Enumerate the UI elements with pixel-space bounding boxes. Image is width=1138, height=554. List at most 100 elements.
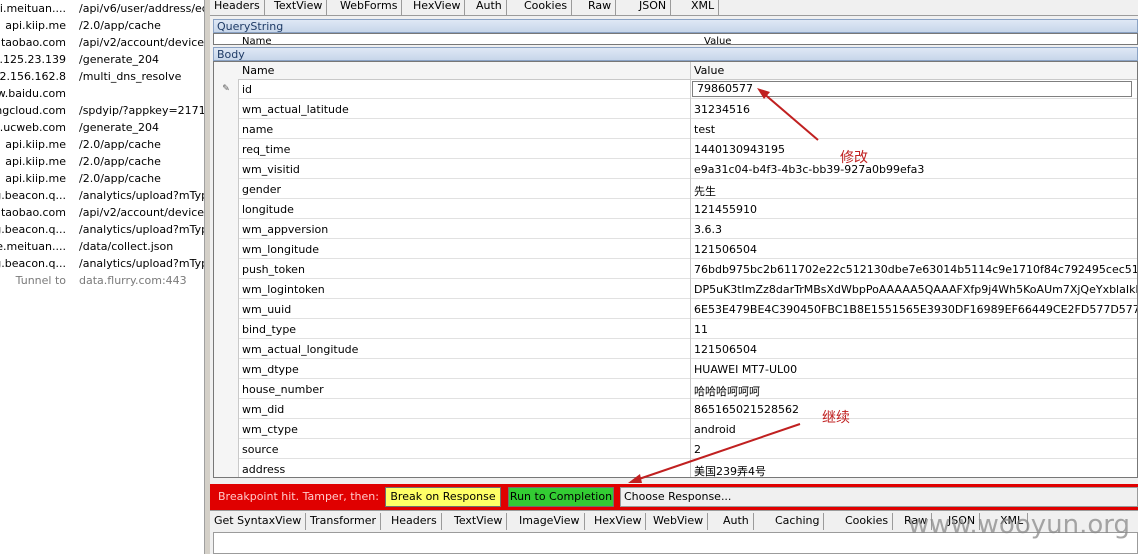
body-row[interactable]: wm_ctype android xyxy=(214,419,1137,439)
param-value-input[interactable]: 79860577 xyxy=(692,81,1132,97)
body-row[interactable]: wm_appversion 3.6.3 xyxy=(214,219,1137,239)
body-row[interactable]: wm_uuid 6E53E479BE4C390450FBC1B8E1551565E… xyxy=(214,299,1138,319)
session-row[interactable]: 74.125.23.139/generate_204 xyxy=(0,51,204,68)
row-selector[interactable] xyxy=(214,159,239,179)
body-name-column[interactable]: Name xyxy=(242,64,274,77)
session-row[interactable]: g.beacon.q... /analytics/upload?mType. xyxy=(0,221,204,238)
tab-raw[interactable]: Raw xyxy=(584,0,617,15)
body-grid-header: Name Value xyxy=(214,62,1137,80)
body-value-column[interactable]: Value xyxy=(694,64,724,77)
tab-xml[interactable]: XML xyxy=(687,0,720,15)
session-row[interactable]: g.beacon.q... /analytics/upload?mType. xyxy=(0,187,204,204)
session-row[interactable]: le.meituan.... /data/collect.json xyxy=(0,238,204,255)
session-row[interactable]: Tunnel to data.flurry.com:443 xyxy=(0,272,204,289)
row-selector[interactable] xyxy=(214,339,239,359)
session-row[interactable]: ww.baidu.com xyxy=(0,85,204,102)
tab-cookies[interactable]: Cookies xyxy=(520,0,573,15)
tab-get-syntaxview[interactable]: Get SyntaxView xyxy=(210,513,307,530)
row-selector[interactable] xyxy=(214,279,239,299)
session-row[interactable]: pi.taobao.com/api/v2/account/device_t xyxy=(0,204,204,221)
tab-webview[interactable]: WebView xyxy=(649,513,709,530)
body-row[interactable]: name test xyxy=(214,119,1137,139)
body-row[interactable]: ✎ id 79860577 xyxy=(214,79,1137,99)
body-row[interactable]: wm_did 865165021528562 xyxy=(214,399,1137,419)
body-row[interactable]: wm_actual_longitude 121506504 xyxy=(214,339,1137,359)
tab-auth[interactable]: Auth xyxy=(472,0,507,15)
session-host: api.kiip.me xyxy=(5,19,66,32)
session-url: /data/collect.json xyxy=(79,240,174,253)
tab-headers[interactable]: Headers xyxy=(387,513,442,530)
tab-transformer[interactable]: Transformer xyxy=(306,513,382,530)
row-selector[interactable] xyxy=(214,99,239,119)
row-selector[interactable] xyxy=(214,459,239,477)
body-row[interactable]: wm_visitid e9a31c04-b4f3-4b3c-bb39-927a0b… xyxy=(214,159,1137,179)
row-selector[interactable] xyxy=(214,179,239,199)
session-host: pi.taobao.com xyxy=(0,36,66,49)
querystring-value-column: Value xyxy=(704,36,732,45)
cell-separator xyxy=(690,159,691,179)
param-value: e9a31c04-b4f3-4b3c-bb39-927a0b99efa3 xyxy=(694,163,925,176)
row-selector[interactable] xyxy=(214,359,239,379)
row-selector[interactable] xyxy=(214,219,239,239)
row-selector[interactable] xyxy=(214,319,239,339)
session-row[interactable]: api.kiip.me/2.0/app/cache xyxy=(0,170,204,187)
tab-hexview[interactable]: HexView xyxy=(590,513,647,530)
session-host: engcloud.com xyxy=(0,104,66,117)
body-row[interactable]: req_time 1440130943195 xyxy=(214,139,1137,159)
body-row[interactable]: wm_logintoken DP5uK3tImZz8darTrMBsXdWbpPo… xyxy=(214,279,1137,299)
tab-webforms[interactable]: WebForms xyxy=(336,0,403,15)
cell-separator xyxy=(690,379,691,399)
tab-auth[interactable]: Auth xyxy=(719,513,754,530)
body-row[interactable]: house_number 哈哈哈呵呵呵 xyxy=(214,379,1137,399)
param-value: 6E53E479BE4C390450FBC1B8E1551565E3930DF1… xyxy=(694,303,1138,316)
body-row[interactable]: gender 先生 xyxy=(214,179,1137,199)
body-row[interactable]: wm_actual_latitude 31234516 xyxy=(214,99,1137,119)
param-name: name xyxy=(242,123,274,136)
body-row[interactable]: wm_longitude 121506504 xyxy=(214,239,1137,259)
edit-pencil-icon[interactable]: ✎ xyxy=(214,79,239,99)
break-on-response-button[interactable]: Break on Response xyxy=(385,487,501,507)
row-selector[interactable] xyxy=(214,199,239,219)
body-row[interactable]: push_token 76bdb975bc2b611702e22c512130db… xyxy=(214,259,1137,279)
row-selector[interactable] xyxy=(214,119,239,139)
session-host: le.meituan.... xyxy=(0,240,66,253)
row-selector[interactable] xyxy=(214,419,239,439)
row-selector[interactable] xyxy=(214,379,239,399)
session-row[interactable]: g.beacon.q... /analytics/upload?mType. xyxy=(0,255,204,272)
tab-textview[interactable]: TextView xyxy=(450,513,508,530)
tab-headers[interactable]: Headers xyxy=(210,0,265,15)
cell-separator xyxy=(690,259,691,279)
tab-textview[interactable]: TextView xyxy=(270,0,328,15)
choose-response-dropdown[interactable]: Choose Response... xyxy=(620,487,1138,507)
tab-hexview[interactable]: HexView xyxy=(409,0,466,15)
tab-caching[interactable]: Caching xyxy=(771,513,825,530)
body-row[interactable]: address 美国239弄4号 xyxy=(214,459,1137,477)
body-row[interactable]: bind_type 11 xyxy=(214,319,1137,339)
session-row[interactable]: api.kiip.me/2.0/app/cache xyxy=(0,17,204,34)
session-row[interactable]: pi.taobao.com/api/v2/account/device_t xyxy=(0,34,204,51)
body-row[interactable]: longitude 121455910 xyxy=(214,199,1137,219)
session-row[interactable]: api.kiip.me/2.0/app/cache xyxy=(0,136,204,153)
column-separator[interactable] xyxy=(690,62,691,80)
row-selector[interactable] xyxy=(214,439,239,459)
cell-separator xyxy=(690,419,691,439)
session-row[interactable]: n4.ucweb.com/generate_204 xyxy=(0,119,204,136)
session-row[interactable]: 42.156.162.8/multi_dns_resolve xyxy=(0,68,204,85)
row-selector[interactable] xyxy=(214,139,239,159)
body-row[interactable]: wm_dtype HUAWEI MT7-UL00 xyxy=(214,359,1137,379)
body-row[interactable]: source 2 xyxy=(214,439,1137,459)
session-row[interactable]: api.kiip.me/2.0/app/cache xyxy=(0,153,204,170)
row-selector[interactable] xyxy=(214,299,239,319)
row-selector[interactable] xyxy=(214,259,239,279)
session-row[interactable]: engcloud.com/spdyip/?appkey=217115 xyxy=(0,102,204,119)
tab-json[interactable]: JSON xyxy=(635,0,672,15)
tab-imageview[interactable]: ImageView xyxy=(515,513,585,530)
run-to-completion-button[interactable]: Run to Completion xyxy=(508,487,614,507)
session-row[interactable]: ai.meituan.... /api/v6/user/address/edit xyxy=(0,0,204,17)
continue-annotation: 继续 xyxy=(822,410,850,426)
row-selector[interactable] xyxy=(214,239,239,259)
row-selector[interactable] xyxy=(214,399,239,419)
param-name: wm_actual_latitude xyxy=(242,103,349,116)
tab-cookies[interactable]: Cookies xyxy=(841,513,894,530)
cell-separator xyxy=(690,459,691,477)
